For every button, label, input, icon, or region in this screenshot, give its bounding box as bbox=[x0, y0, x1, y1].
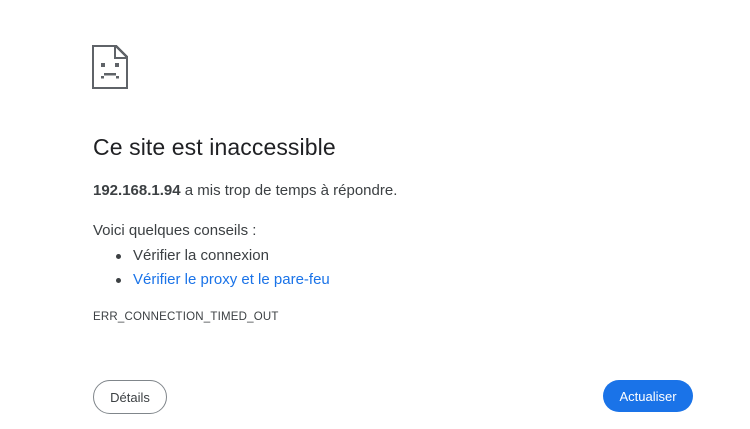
tips-list: Vérifier la connexion Vérifier le proxy … bbox=[93, 246, 330, 294]
tips-heading: Voici quelques conseils : bbox=[93, 222, 257, 239]
summary-text: a mis trop de temps à répondre. bbox=[180, 182, 398, 199]
list-item: Vérifier le proxy et le pare-feu bbox=[93, 270, 330, 294]
reload-button[interactable]: Actualiser bbox=[603, 380, 693, 412]
list-item: Vérifier la connexion bbox=[93, 246, 330, 270]
host-address: 192.168.1.94 bbox=[93, 182, 181, 199]
error-code: ERR_CONNECTION_TIMED_OUT bbox=[93, 311, 279, 323]
sad-page-icon bbox=[92, 45, 128, 89]
bullet-icon bbox=[116, 254, 121, 259]
error-page: Ce site est inaccessible 192.168.1.94 a … bbox=[0, 0, 750, 429]
details-button[interactable]: Détails bbox=[93, 380, 167, 414]
page-title: Ce site est inaccessible bbox=[93, 134, 336, 160]
error-summary: 192.168.1.94 a mis trop de temps à répon… bbox=[93, 182, 397, 199]
tip-check-proxy-link[interactable]: Vérifier le proxy et le pare-feu bbox=[133, 271, 330, 288]
bullet-icon bbox=[116, 278, 121, 283]
tip-check-connection: Vérifier la connexion bbox=[133, 247, 269, 264]
